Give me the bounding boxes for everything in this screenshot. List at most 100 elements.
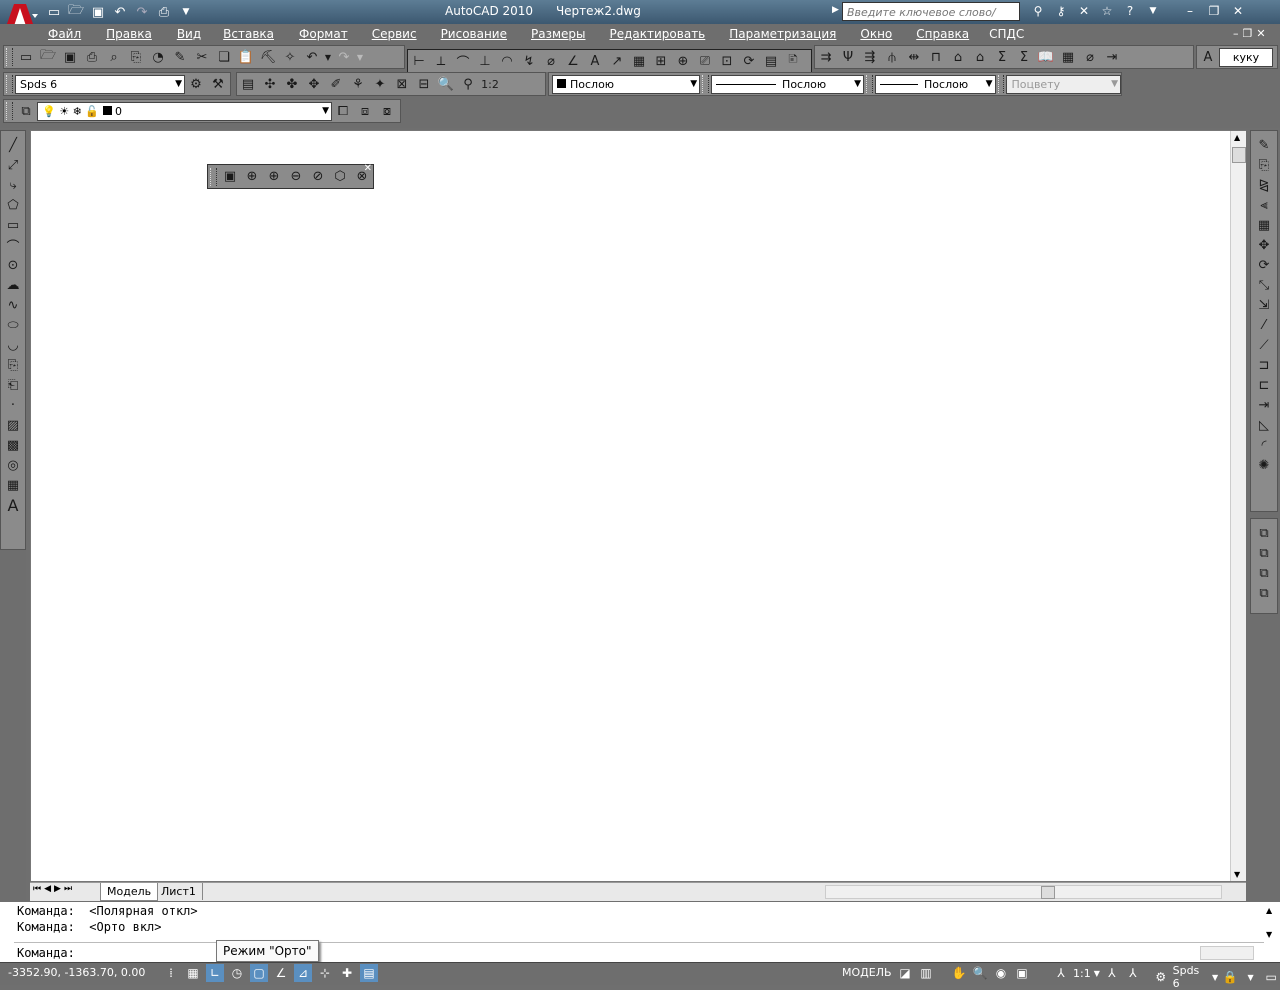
subscription-icon[interactable]: ⚷ <box>1051 2 1071 20</box>
rotate-icon[interactable]: ⟳ <box>1253 255 1275 275</box>
spds-mark-icon[interactable]: ⇶ <box>859 47 881 67</box>
undo-icon[interactable]: ↶ <box>301 47 323 67</box>
layer-previous-icon[interactable]: ⧈ <box>354 101 376 121</box>
grid-icon[interactable]: ▦ <box>184 964 202 982</box>
chamfer-icon[interactable]: ◺ <box>1253 415 1275 435</box>
ellipse-arc-icon[interactable]: ◡ <box>2 335 24 355</box>
library-icon[interactable]: 📖 <box>1035 47 1057 67</box>
offset-icon[interactable]: ⫷ <box>1253 195 1275 215</box>
xref-icon[interactable]: ⊠ <box>391 74 413 94</box>
copy-icon[interactable]: ❏ <box>213 47 235 67</box>
paste-icon[interactable]: 📋 <box>235 47 257 67</box>
annotation-scale-icon[interactable]: ⅄ <box>1052 964 1070 982</box>
gradient-icon[interactable]: ▩ <box>2 435 24 455</box>
redo-icon[interactable]: ↷ <box>132 2 152 22</box>
etransmit-icon[interactable]: ✎ <box>169 47 191 67</box>
gear-icon[interactable]: ⚙ <box>1152 968 1170 986</box>
ellipse-icon[interactable]: ⬭ <box>2 315 24 335</box>
scale-icon[interactable]: ⤡ <box>1253 275 1275 295</box>
spds-level-icon[interactable]: Ψ <box>837 47 859 67</box>
model-icon[interactable]: ◪ <box>896 964 914 982</box>
break-icon[interactable]: ⊏ <box>1253 375 1275 395</box>
hatch-icon[interactable]: ▦ <box>628 51 650 71</box>
dim-update-icon[interactable]: ⟳ <box>738 51 760 71</box>
menu-window[interactable]: Окно <box>860 27 892 41</box>
diameter-icon[interactable]: ⌀ <box>540 51 562 71</box>
menu-file[interactable]: Файл <box>48 27 81 41</box>
status-menu-icon[interactable]: ▼ <box>1242 968 1260 986</box>
scroll-down-icon[interactable]: ▼ <box>1234 870 1240 879</box>
settings-icon[interactable]: ⚙ <box>185 74 207 94</box>
annotation-visibility-icon[interactable]: ⅄ <box>1103 964 1121 982</box>
toolbar-grip[interactable] <box>6 102 13 120</box>
make-current-layer-icon[interactable]: ⧠ <box>332 101 354 121</box>
showmotion-icon[interactable]: ▣ <box>1013 964 1031 982</box>
block-icon[interactable]: ✦ <box>369 74 391 94</box>
menu-insert[interactable]: Вставка <box>223 27 274 41</box>
model-label[interactable]: МОДЕЛЬ <box>842 966 892 979</box>
minimize-icon[interactable]: – <box>1180 2 1200 20</box>
tab-nav-icons[interactable]: ⏮◀▶⏭ <box>33 884 75 894</box>
view-cube-icon[interactable]: ⬡ <box>329 167 351 187</box>
image-icon[interactable]: ⊟ <box>413 74 435 94</box>
linear-dimension-icon[interactable]: ⊢ <box>408 51 430 71</box>
note-icon[interactable]: 🗈 <box>782 51 804 71</box>
chevron-down-icon[interactable]: ▼ <box>1212 973 1218 982</box>
restore-icon[interactable]: ❐ <box>1204 2 1224 20</box>
style-manager-icon[interactable]: ⚒ <box>207 74 229 94</box>
join-icon[interactable]: ⇥ <box>1253 395 1275 415</box>
command-prompt[interactable]: Команда: <box>17 946 75 960</box>
auto-scale-icon[interactable]: ⅄ <box>1124 964 1142 982</box>
redo-dropdown-icon[interactable]: ▼ <box>355 47 365 67</box>
undo-icon[interactable]: ↶ <box>110 2 130 22</box>
multiline-text-icon[interactable]: A <box>2 495 24 515</box>
toolbar-grip[interactable] <box>6 75 13 93</box>
fillet-icon[interactable]: ◜ <box>1253 435 1275 455</box>
quickcalc-icon[interactable]: ⚘ <box>347 74 369 94</box>
spds-spec-icon[interactable]: ⌂ <box>969 47 991 67</box>
lock-icon[interactable]: 🔒 <box>1221 968 1239 986</box>
tab-model[interactable]: Модель <box>100 883 159 901</box>
polar-icon[interactable]: ◷ <box>228 964 246 982</box>
save-icon[interactable]: ▣ <box>59 47 81 67</box>
free-orbit-icon[interactable]: ⊕ <box>263 167 285 187</box>
trim-icon[interactable]: ⁄ <box>1253 315 1275 335</box>
spds-break-icon[interactable]: ⇹ <box>903 47 925 67</box>
zoom-window-icon[interactable]: ⚲ <box>457 74 479 94</box>
doc-minimize-icon[interactable]: – <box>1233 27 1239 40</box>
communication-icon[interactable]: ✕ <box>1074 2 1094 20</box>
dim-style-icon[interactable]: ▤ <box>760 51 782 71</box>
break-at-point-icon[interactable]: ⊐ <box>1253 355 1275 375</box>
search-input[interactable]: Введите ключевое слово/фразу <box>842 2 1020 38</box>
polyline-icon[interactable]: ⤷ <box>2 175 24 195</box>
send-under-icon[interactable]: ⧉ <box>1253 583 1275 603</box>
table-icon[interactable]: ▦ <box>2 475 24 495</box>
zoom-icon[interactable]: 🔍 <box>971 964 989 982</box>
scale-label[interactable]: 1:2 <box>479 74 501 94</box>
pan-icon[interactable]: ✋ <box>950 964 968 982</box>
drawing-canvas[interactable] <box>30 130 1246 882</box>
layer-select[interactable]: 💡 ☀ ❄ 🔓 0 ▼ <box>37 101 332 121</box>
block-editor-icon[interactable]: ✧ <box>279 47 301 67</box>
sum-selected-icon[interactable]: Σ <box>1013 47 1035 67</box>
layer-properties-icon[interactable]: ⧉ <box>15 101 37 121</box>
spds-table-icon[interactable]: ⌂ <box>947 47 969 67</box>
scroll-up-icon[interactable]: ▲ <box>1234 133 1240 142</box>
binoculars-icon[interactable]: ⚲ <box>1028 2 1048 20</box>
menu-view[interactable]: Вид <box>177 27 201 41</box>
publish-icon[interactable]: ⎘ <box>125 47 147 67</box>
doc-restore-icon[interactable]: ❐ <box>1243 27 1253 40</box>
scroll-thumb[interactable] <box>1232 147 1246 163</box>
menu-dimension[interactable]: Размеры <box>531 27 586 41</box>
undo-dropdown-icon[interactable]: ▼ <box>323 47 333 67</box>
qp-icon[interactable]: ▤ <box>360 964 378 982</box>
arc-length-icon[interactable]: ⌒ <box>452 51 474 71</box>
ortho-icon[interactable]: ∟ <box>206 964 224 982</box>
chevron-down-icon[interactable]: ▼ <box>1094 969 1100 978</box>
snap-icon[interactable]: ⁞ <box>162 964 180 982</box>
menu-tools[interactable]: Сервис <box>372 27 417 41</box>
clean-screen-icon[interactable]: ▭ <box>1262 968 1280 986</box>
line-icon[interactable]: ╱ <box>2 135 24 155</box>
menu-draw[interactable]: Рисование <box>441 27 507 41</box>
export-icon[interactable]: ⇥ <box>1101 47 1123 67</box>
